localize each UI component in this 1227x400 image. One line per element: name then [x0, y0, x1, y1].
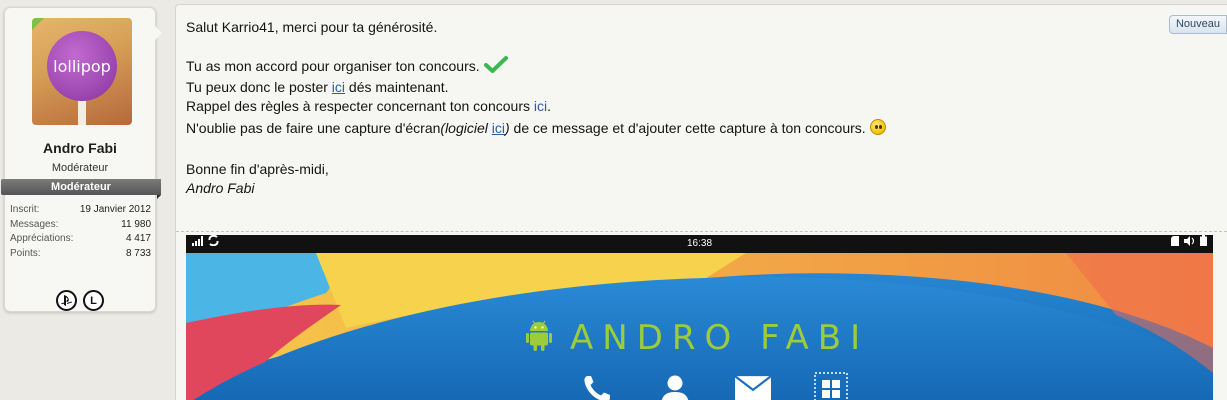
message-line: Rappel des règles à respecter concernant… — [186, 97, 886, 116]
username[interactable]: Andro Fabi — [5, 140, 155, 156]
phone-wallpaper: ANDRO FABI — [186, 253, 1213, 400]
message-body: Salut Karrio41, merci pour ta générosité… — [186, 18, 886, 198]
volume-icon — [1184, 235, 1195, 253]
message-line: Tu peux donc le poster ici dés maintenan… — [186, 78, 886, 97]
stat-label: Messages: — [10, 218, 59, 230]
message-line: N'oublie pas de faire une capture d'écra… — [186, 119, 886, 138]
brand-row: ANDRO FABI — [526, 318, 869, 358]
mail-icon[interactable] — [735, 371, 771, 400]
stat-value[interactable]: 8 733 — [126, 247, 151, 261]
brand-text: ANDRO FABI — [570, 318, 870, 358]
contacts-icon[interactable] — [657, 371, 693, 400]
playstation-icon — [56, 290, 77, 311]
software-link[interactable]: ici — [492, 120, 505, 136]
post-link[interactable]: ici — [332, 79, 345, 95]
user-banner: Modérateur — [1, 179, 161, 199]
message-text: Tu as mon accord pour organiser ton conc… — [186, 58, 480, 74]
stat-label: Points: — [10, 247, 41, 259]
avatar[interactable]: lollipop — [32, 18, 132, 125]
battery-icon — [1200, 235, 1207, 253]
apps-grid-icon[interactable] — [813, 371, 849, 400]
user-stats: Inscrit: 19 Janvier 2012 Messages: 11 980 … — [10, 203, 151, 261]
message-post: Nouveau Salut Karrio41, merci pour ta gé… — [175, 4, 1227, 400]
smiley-icon — [869, 119, 886, 135]
rules-link[interactable]: ici — [534, 98, 547, 114]
android-icon — [526, 320, 552, 357]
stat-row-messages: Messages: 11 980 — [10, 218, 151, 233]
signature-separator — [176, 231, 1227, 232]
stat-value[interactable]: 11 980 — [121, 218, 151, 232]
message-line: Salut Karrio41, merci pour ta générosité… — [186, 19, 438, 35]
sdcard-icon — [1171, 235, 1179, 253]
message-text: Tu peux donc le poster — [186, 79, 332, 95]
message-text: . — [547, 98, 551, 114]
phone-status-bar: 16:38 — [186, 235, 1213, 253]
phone-dock — [579, 371, 849, 400]
user-info-panel: lollipop Andro Fabi Modérateur Modérateu… — [1, 7, 161, 312]
phone-icon[interactable] — [579, 371, 615, 400]
stat-label: Appréciations: — [10, 233, 74, 244]
message-text: Rappel des règles à respecter concernant… — [186, 98, 534, 114]
message-text: de ce message et d'ajouter cette capture… — [509, 120, 866, 136]
user-badges: L — [5, 290, 155, 311]
stat-row-likes: Appréciations: 4 417 — [10, 232, 151, 247]
online-indicator — [32, 18, 44, 30]
message-line: Bonne fin d'après-midi, — [186, 161, 329, 177]
user-title: Modérateur — [51, 162, 109, 174]
phone-time: 16:38 — [686, 238, 713, 249]
stat-row-joined: Inscrit: 19 Janvier 2012 — [10, 203, 151, 218]
message-line: Andro Fabi — [186, 179, 886, 198]
L-icon: L — [83, 290, 104, 311]
phone-screenshot: 16:38 ANDRO FABI — [186, 235, 1213, 400]
stat-label: Inscrit: — [10, 204, 40, 215]
panel-arrow — [155, 26, 162, 40]
signature: Andro Fabi — [186, 180, 255, 196]
badge-letter: L — [90, 294, 97, 307]
stat-row-points: Points: 8 733 — [10, 247, 151, 262]
new-badge[interactable]: Nouveau — [1168, 15, 1227, 34]
stat-value: 19 Janvier 2012 — [79, 204, 151, 215]
lollipop-candy: lollipop — [47, 31, 117, 101]
message-text: (logiciel — [440, 120, 492, 136]
avatar-text: lollipop — [53, 56, 111, 76]
message-line: Tu as mon accord pour organiser ton conc… — [186, 56, 886, 78]
status-right — [1171, 235, 1207, 253]
stat-value: 4 417 — [125, 233, 151, 244]
message-text: dés maintenant. — [345, 79, 449, 95]
checkmark-icon — [483, 56, 508, 78]
message-text: N'oublie pas de faire une capture d'écra… — [186, 120, 441, 136]
